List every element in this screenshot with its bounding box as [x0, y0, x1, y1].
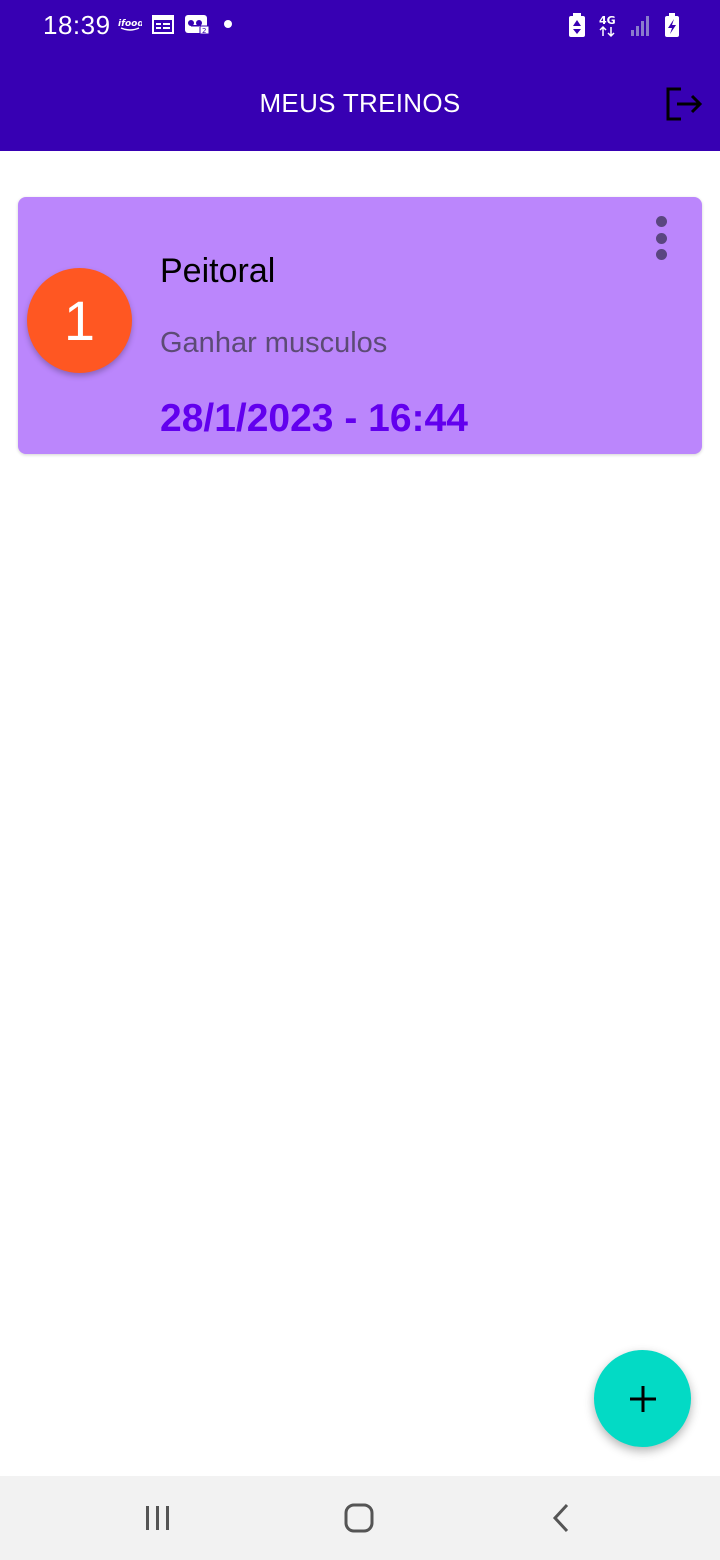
signal-strength-icon — [630, 13, 652, 42]
svg-text:2: 2 — [202, 27, 206, 34]
more-notifications-dot-icon — [220, 16, 236, 37]
app-bar: MEUS TREINOS — [0, 54, 720, 151]
status-system-icons: 4G — [568, 12, 680, 43]
recent-apps-icon — [146, 1506, 169, 1530]
battery-saver-icon — [568, 12, 586, 43]
network-4g-icon: 4G — [598, 12, 618, 43]
network-4g-label: 4G — [599, 14, 616, 27]
recent-apps-button[interactable] — [133, 1498, 183, 1538]
add-workout-button[interactable] — [594, 1350, 691, 1447]
logout-icon — [666, 87, 703, 121]
more-vert-icon-dot — [655, 232, 667, 244]
home-icon — [344, 1503, 374, 1533]
page-title: MEUS TREINOS — [259, 88, 461, 118]
status-time: 18:39 — [43, 10, 111, 40]
more-vert-icon-dot — [655, 249, 667, 260]
battery-charging-icon — [664, 12, 680, 43]
status-bar: 18:39 ifood 2 4G — [0, 0, 720, 54]
workout-name: Peitoral — [160, 252, 276, 290]
status-notification-icons: ifood 2 — [118, 14, 236, 39]
workout-datetime: 28/1/2023 - 16:44 — [160, 397, 468, 440]
back-button[interactable] — [536, 1498, 586, 1538]
workout-card[interactable]: 1 Peitoral Ganhar musculos 28/1/2023 - 1… — [18, 197, 702, 454]
logout-button[interactable] — [662, 82, 706, 126]
home-button[interactable] — [334, 1498, 384, 1538]
workout-goal: Ganhar musculos — [160, 327, 388, 359]
calendar-notification-icon — [152, 14, 174, 39]
workout-number-avatar: 1 — [27, 268, 132, 373]
voicemail-notification-icon: 2 — [184, 14, 210, 39]
more-vert-icon — [655, 216, 667, 227]
plus-icon — [629, 1385, 656, 1412]
ifood-notification-icon: ifood — [118, 16, 144, 37]
back-icon — [552, 1503, 569, 1533]
card-overflow-menu-button[interactable] — [646, 213, 676, 263]
screen: 18:39 ifood 2 4G MEUS TREINOS 1 Peitoral… — [0, 0, 720, 1560]
system-navigation-bar — [0, 1476, 720, 1560]
